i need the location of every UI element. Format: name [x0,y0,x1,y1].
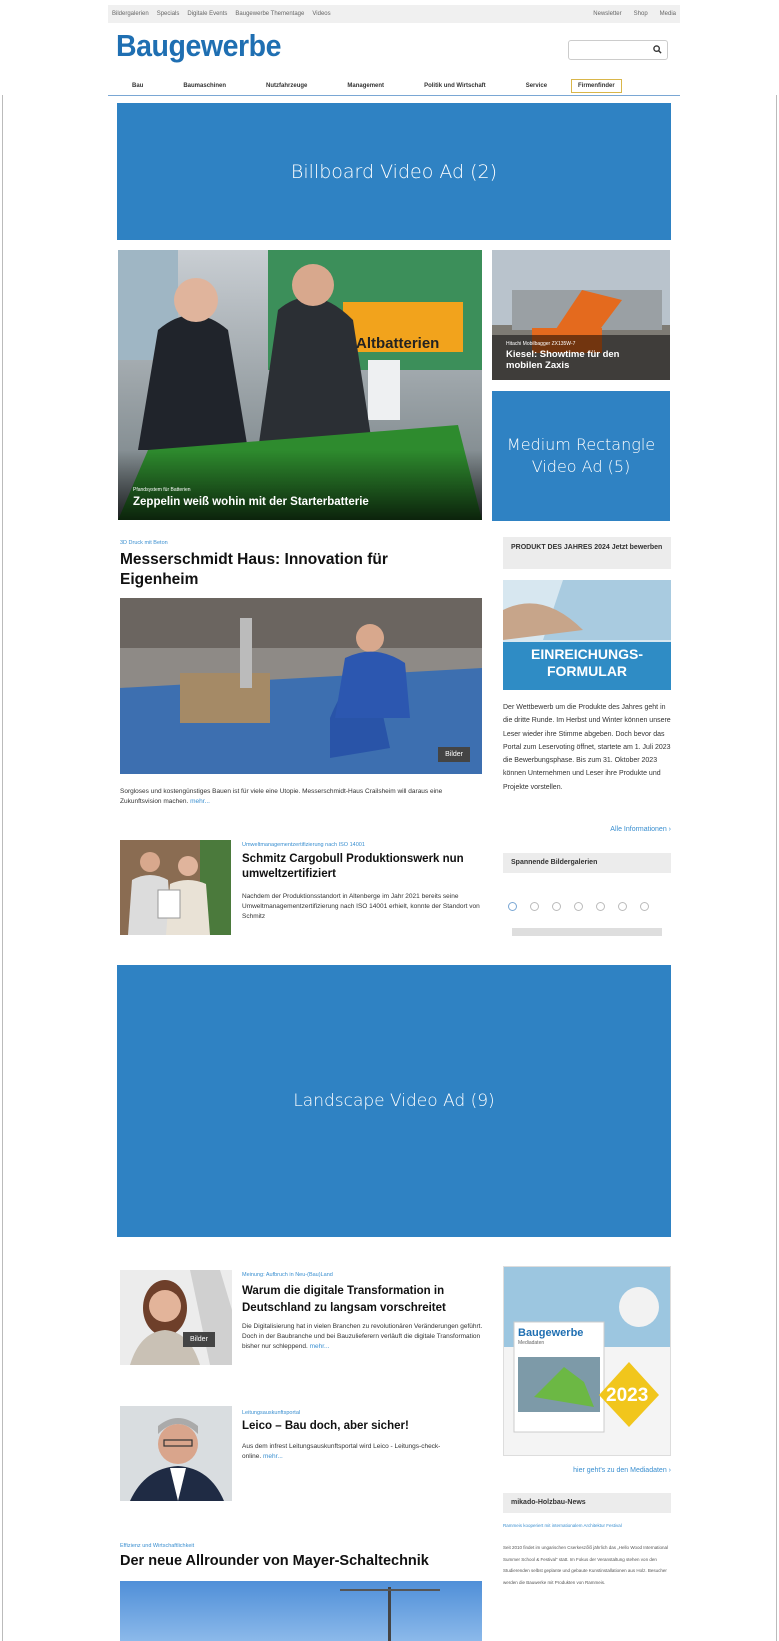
article1-photo [120,598,482,774]
article4-image[interactable] [120,1406,232,1501]
article3-image[interactable]: Bilder [120,1270,232,1365]
article1-more-link[interactable]: mehr... [190,798,210,805]
article3-title[interactable]: Warum die digitale Transformation in Deu… [242,1283,487,1317]
topnav-thementage[interactable]: Baugewerbe Thementage [235,11,304,17]
search-icon[interactable] [653,45,662,56]
article1-kicker: 3D Druck mit Beton [120,540,168,546]
article1-gallery-badge[interactable]: Bilder [438,747,470,762]
hero-teaser[interactable]: Altbatterien Pfandsystem für Batterien Z… [118,250,482,520]
article3-text: Die Digitalisierung hat in vielen Branch… [242,1322,487,1352]
nav-management[interactable]: Management [347,83,384,89]
topnav-shop[interactable]: Shop [634,11,648,17]
main-navigation: Bau Baumaschinen Nutzfahrzeuge Managemen… [108,76,680,96]
teaser-title[interactable]: Kiesel: Showtime für den mobilen Zaxis [506,349,656,371]
article4-more-link[interactable]: mehr... [263,1453,283,1460]
gallery-dot-6[interactable] [618,902,627,911]
landscape-ad-label: Landscape Video Ad (9) [293,1091,495,1111]
hero-kicker: Pfandsystem für Batterien [133,487,191,493]
top-navigation: Bildergalerien Specials Digitale Events … [108,5,680,23]
product-box-link[interactable]: Alle Informationen › [503,826,671,833]
mediadaten-cover-sub: Mediadaten [518,1340,545,1346]
article2-text: Nachdem der Produktionsstandort in Alten… [242,893,480,920]
gallery-dot-2[interactable] [530,902,539,911]
article5-photo [120,1581,482,1641]
banner-line2: FORMULAR [546,663,628,679]
nav-service[interactable]: Service [526,83,547,89]
mikado-item-title[interactable]: Rammeis kooperiert mit internationalem A… [503,1522,671,1530]
article4-photo [120,1406,232,1501]
gallery-dot-4[interactable] [574,902,583,911]
mediadaten-link[interactable]: hier geht's zu den Mediadaten › [503,1467,671,1474]
mediadaten-cover-image [504,1267,670,1455]
hero-title[interactable]: Zeppelin weiß wohin mit der Starterbatte… [133,496,369,508]
teaser-kicker: Hitachi Mobilbagger ZX135W-7 [506,341,576,347]
gallery-dot-7[interactable] [640,902,649,911]
article4-text: Aus dem infrest Leitungsauskunftsportal … [242,1442,452,1462]
medium-rectangle-ad-label: Medium Rectangle Video Ad (5) [506,435,656,476]
hero-photo [118,250,482,520]
topnav-digitale-events[interactable]: Digitale Events [187,11,227,17]
mikado-box-header: mikado-Holzbau-News [503,1493,671,1513]
article3-body: Die Digitalisierung hat in vielen Branch… [242,1323,483,1350]
billboard-ad-label: Billboard Video Ad (2) [290,160,498,183]
search-input[interactable] [569,42,649,61]
search-box [568,40,668,61]
article3-kicker: Meinung: Aufbruch in Neu-(Bau)Land [242,1272,333,1278]
left-border [2,95,3,1641]
nav-firmenfinder[interactable]: Firmenfinder [571,78,622,93]
right-border [776,95,777,1641]
article3-photo [120,1270,232,1365]
gallery-pagination [508,902,662,911]
mediadaten-year: 2023 [606,1385,649,1406]
article2-photo [120,840,231,935]
gallery-dot-1[interactable] [508,902,517,911]
topnav-media[interactable]: Media [660,11,676,17]
nav-nutzfahrzeuge[interactable]: Nutzfahrzeuge [266,83,307,89]
hero-sign-text: Altbatterien [356,335,440,352]
site-logo[interactable]: Baugewerbe [116,28,281,64]
product-box-link-text: Alle Informationen [610,826,667,833]
article4-title[interactable]: Leico – Bau doch, aber sicher! [242,1420,487,1432]
topnav-specials[interactable]: Specials [157,11,180,17]
article5-kicker: Effizienz und Wirtschaftlichkeit [120,1543,195,1549]
product-box-text: Der Wettbewerb um die Produkte des Jahre… [503,704,671,791]
topnav-bildergalerien[interactable]: Bildergalerien [112,11,149,17]
product-banner-text: EINREICHUNGS- FORMULAR [503,646,671,680]
nav-baumaschinen[interactable]: Baumaschinen [183,83,226,89]
article2-kicker: Umweltmanagementzertifizierung nach ISO … [242,842,365,848]
banner-line1: EINREICHUNGS- [530,646,643,662]
article2-image[interactable] [120,840,231,935]
article5-image[interactable] [120,1581,482,1641]
gallery-item-preview[interactable] [512,928,662,936]
gallery-dot-5[interactable] [596,902,605,911]
mediadaten-cover[interactable]: Baugewerbe Mediadaten 2023 [503,1266,671,1456]
article1-title[interactable]: Messerschmidt Haus: Innovation für Eigen… [120,550,460,590]
nav-bau[interactable]: Bau [132,83,143,89]
landscape-ad[interactable]: Landscape Video Ad (9) [117,965,671,1237]
billboard-ad[interactable]: Billboard Video Ad (2) [117,103,671,240]
article5-title[interactable]: Der neue Allrounder von Mayer-Schaltechn… [120,1553,482,1569]
gallery-box-header: Spannende Bildergalerien [503,853,671,873]
article1-text: Sorgloses und kostengünstiges Bauen ist … [120,787,482,807]
topnav-videos[interactable]: Videos [312,11,330,17]
article1-image[interactable]: Bilder [120,598,482,774]
article2-title[interactable]: Schmitz Cargobull Produktionswerk nun um… [242,852,487,882]
mediadaten-link-text: hier geht's zu den Mediadaten [573,1467,667,1474]
mediadaten-cover-logo: Baugewerbe [518,1327,584,1339]
teaser-kiesel[interactable]: Hitachi Mobilbagger ZX135W-7 Kiesel: Sho… [492,250,670,380]
article1-body: Sorgloses und kostengünstiges Bauen ist … [120,788,443,805]
product-banner[interactable]: EINREICHUNGS- FORMULAR [503,580,671,690]
nav-politik-wirtschaft[interactable]: Politik und Wirtschaft [424,83,486,89]
article4-kicker: Leitungsauskunftsportal [242,1410,301,1416]
medium-rectangle-ad[interactable]: Medium Rectangle Video Ad (5) [492,391,670,521]
product-box-header: PRODUKT DES JAHRES 2024 Jetzt bewerben [503,537,671,569]
gallery-dot-3[interactable] [552,902,561,911]
article3-more-link[interactable]: mehr... [310,1343,330,1350]
topnav-newsletter[interactable]: Newsletter [593,11,621,17]
mikado-item-text: Seit 2010 findet im ungarischen Cserkesz… [503,1545,669,1585]
article3-gallery-badge[interactable]: Bilder [183,1332,215,1347]
